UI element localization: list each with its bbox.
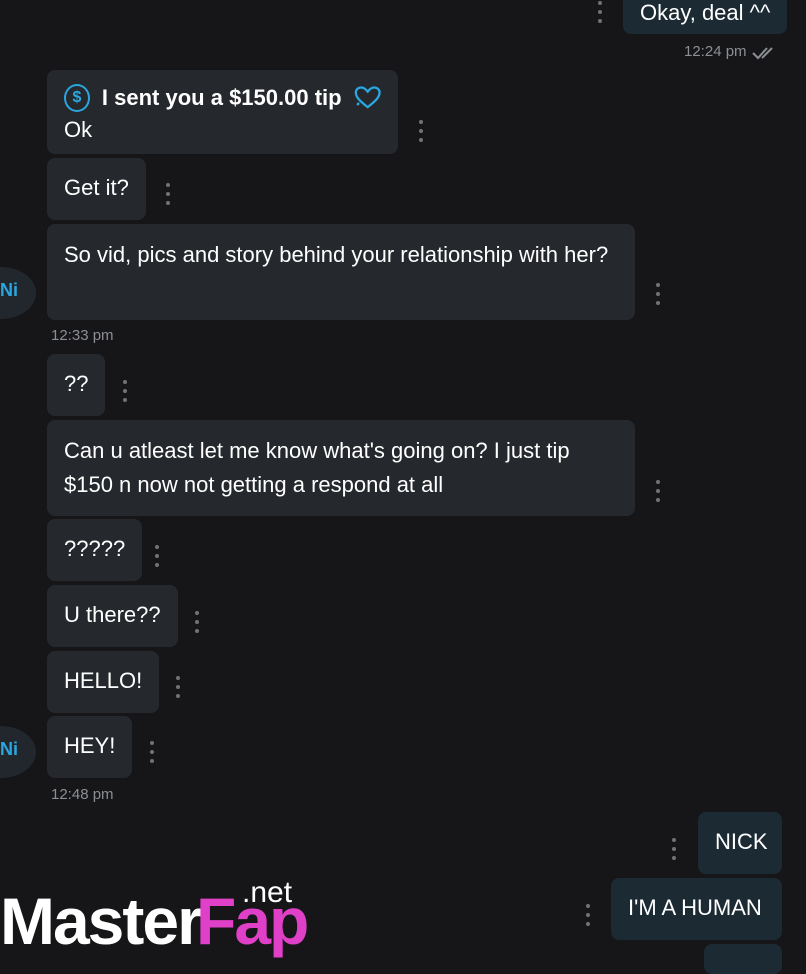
- message-text: Get it?: [64, 175, 129, 200]
- message-text: ?????: [64, 536, 126, 561]
- more-options-icon[interactable]: [585, 904, 591, 926]
- watermark-logo: Master Fap .net: [0, 876, 309, 958]
- message-get-it[interactable]: Get it?: [47, 158, 146, 220]
- message-outgoing-human[interactable]: I'M A HUMAN: [611, 878, 782, 940]
- dollar-coin-icon: $: [64, 84, 90, 112]
- message-text: ??: [64, 371, 89, 396]
- more-options-icon[interactable]: [597, 1, 603, 23]
- message-outgoing-cropped[interactable]: [704, 944, 782, 974]
- message-outgoing-nick[interactable]: NICK: [698, 812, 782, 874]
- message-text: Ok: [64, 117, 93, 142]
- message-outgoing-okay-deal[interactable]: Okay, deal ^^: [623, 0, 788, 34]
- heart-icon: [354, 86, 381, 109]
- message-q5[interactable]: ?????: [47, 519, 143, 581]
- tip-text: I sent you a $150.00 tip: [101, 85, 342, 110]
- message-text: So vid, pics and story behind your relat…: [64, 242, 609, 267]
- message-text: Okay, deal ^^: [640, 0, 771, 25]
- more-options-icon[interactable]: [655, 283, 661, 305]
- more-options-icon[interactable]: [122, 380, 128, 402]
- message-vid-pics[interactable]: So vid, pics and story behind your relat…: [47, 224, 635, 320]
- message-hello[interactable]: HELLO!: [47, 651, 160, 713]
- message-text: HEY!: [64, 733, 116, 758]
- message-text: U there??: [64, 602, 161, 627]
- more-options-icon[interactable]: [194, 611, 200, 633]
- timestamp: 12:48 pm: [51, 786, 114, 803]
- message-hey[interactable]: HEY!: [47, 716, 133, 778]
- message-text: HELLO!: [64, 668, 143, 693]
- more-options-icon[interactable]: [418, 120, 424, 142]
- more-options-icon[interactable]: [655, 480, 661, 502]
- more-options-icon[interactable]: [175, 676, 181, 698]
- avatar[interactable]: Ni: [0, 726, 36, 778]
- timestamp: 12:24 pm: [684, 43, 747, 60]
- avatar[interactable]: Ni: [0, 267, 36, 319]
- more-options-icon[interactable]: [671, 838, 677, 860]
- message-tip[interactable]: $ I sent you a $150.00 tip Ok: [47, 70, 398, 154]
- more-options-icon[interactable]: [149, 741, 155, 763]
- message-text: Can u atleast let me know what's going o…: [64, 438, 570, 497]
- more-options-icon[interactable]: [154, 545, 160, 567]
- message-text: I'M A HUMAN: [628, 895, 762, 920]
- double-check-icon: [752, 47, 773, 60]
- message-u-there[interactable]: U there??: [47, 585, 178, 647]
- more-options-icon[interactable]: [165, 183, 171, 205]
- message-atleast[interactable]: Can u atleast let me know what's going o…: [47, 420, 635, 516]
- timestamp: 12:33 pm: [51, 327, 114, 344]
- message-text: NICK: [715, 829, 768, 854]
- message-qq[interactable]: ??: [47, 354, 106, 416]
